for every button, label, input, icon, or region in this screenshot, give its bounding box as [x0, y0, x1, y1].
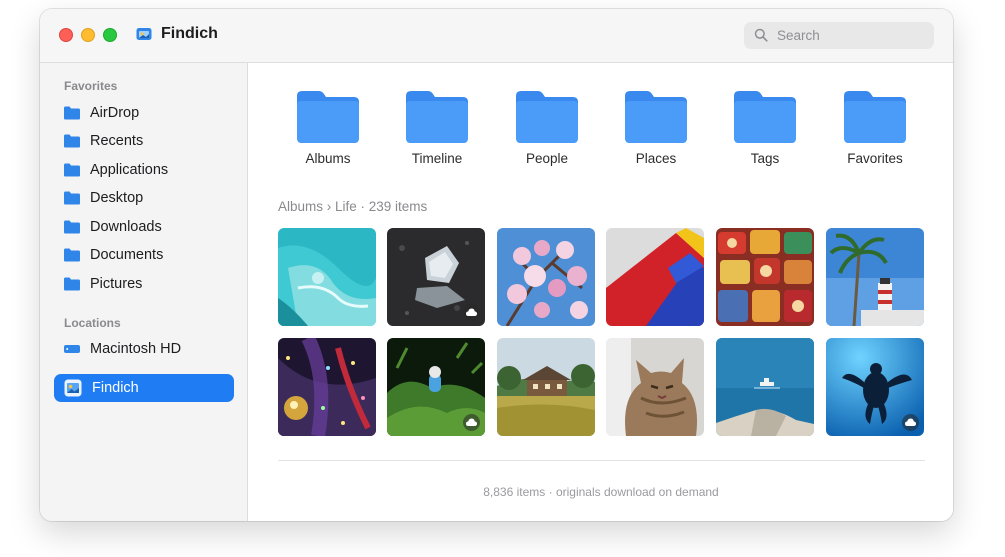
sidebar-item-macintosh-hd[interactable]: Macintosh HD: [54, 335, 234, 363]
folder-icon: [844, 91, 906, 143]
photo-palm-lighthouse: [826, 228, 924, 326]
sidebar-item-label: AirDrop: [90, 105, 140, 121]
photo-thumbnail[interactable]: [606, 338, 704, 436]
cloud-icon: [466, 308, 477, 316]
sidebar-item-airdrop[interactable]: AirDrop: [54, 99, 234, 127]
folder-icon: [734, 91, 796, 143]
folder-label: People: [525, 151, 569, 166]
sidebar-item-recents[interactable]: Recents: [54, 127, 234, 155]
title-bar: Findich Search: [40, 9, 953, 63]
folder-icon: [64, 106, 80, 120]
sidebar-item-label: Desktop: [90, 190, 144, 206]
sidebar-heading-locations: Locations: [64, 316, 121, 330]
sidebar-item-documents[interactable]: Documents: [54, 241, 234, 269]
folder-icon: [406, 91, 468, 143]
cloud-icon: [466, 418, 477, 426]
breadcrumb: Albums › Life · 239 items: [278, 199, 428, 214]
photo-colorful-tins: [716, 228, 814, 326]
folder-icon: [64, 191, 80, 205]
content-area: Albums Timeline People Places Tags Favor…: [249, 63, 953, 521]
photo-ice-water: [278, 228, 376, 326]
folder-icon: [516, 91, 578, 143]
photo-thumbnail[interactable]: [387, 228, 485, 326]
close-window-button[interactable]: [59, 28, 73, 42]
photo-thumbnail[interactable]: [716, 228, 814, 326]
folder-icon: [64, 220, 80, 234]
folder-albums[interactable]: Albums: [273, 91, 383, 171]
photo-thumbnail[interactable]: [826, 338, 924, 436]
folder-icon: [64, 134, 80, 148]
sidebar-item-label: Macintosh HD: [90, 341, 182, 357]
window-title: Findich: [161, 25, 218, 42]
sidebar-item-label: Downloads: [90, 219, 162, 235]
sidebar-item-findich[interactable]: Findich: [54, 374, 234, 402]
folder-label: Albums: [305, 151, 351, 166]
folder-icon: [64, 248, 80, 262]
folder-label: Favorites: [847, 151, 903, 166]
folder-people[interactable]: People: [492, 91, 602, 171]
sidebar-item-label: Recents: [90, 133, 144, 149]
photo-thumbnail[interactable]: [826, 228, 924, 326]
folder-label: Tags: [750, 151, 780, 166]
folder-icon: [625, 91, 687, 143]
photo-thumbnail[interactable]: [278, 338, 376, 436]
zoom-window-button[interactable]: [103, 28, 117, 42]
cloud-download-badge: [463, 414, 480, 431]
sidebar-item-downloads[interactable]: Downloads: [54, 213, 234, 241]
sidebar-item-pictures[interactable]: Pictures: [54, 270, 234, 298]
photo-thumbnail[interactable]: [716, 338, 814, 436]
sidebar-heading-favorites: Favorites: [64, 79, 118, 93]
folder-places[interactable]: Places: [601, 91, 711, 171]
search-placeholder: Search: [777, 28, 820, 43]
folder-icon: [64, 277, 80, 291]
findich-app-icon: [136, 28, 152, 40]
photo-thumbnail[interactable]: [278, 228, 376, 326]
photo-boat-sea: [716, 338, 814, 436]
search-field[interactable]: Search: [744, 22, 934, 49]
folder-tags[interactable]: Tags: [710, 91, 820, 171]
folder-label: Timeline: [411, 151, 463, 166]
cloud-download-badge: [902, 414, 919, 431]
cloud-download-badge: [463, 304, 480, 321]
sidebar-item-label: Applications: [90, 162, 169, 178]
sidebar-item-label: Findich: [92, 380, 139, 396]
sidebar-item-applications[interactable]: Applications: [54, 156, 234, 184]
folder-icon: [297, 91, 359, 143]
divider: [278, 460, 925, 461]
photo-thumbnail[interactable]: [606, 228, 704, 326]
search-icon: [754, 28, 768, 42]
folder-timeline[interactable]: Timeline: [382, 91, 492, 171]
findich-app-icon: [64, 379, 82, 397]
sidebar-item-desktop[interactable]: Desktop: [54, 184, 234, 212]
photo-tabby-cat: [606, 338, 704, 436]
sidebar-item-label: Documents: [90, 247, 164, 263]
sidebar: Favorites AirDrop Recents Applications D…: [40, 63, 248, 521]
photo-thumbnail[interactable]: [497, 228, 595, 326]
sidebar-item-label: Pictures: [90, 276, 143, 292]
photo-magnolia: [497, 228, 595, 326]
photo-christmas-lights: [278, 338, 376, 436]
cloud-icon: [905, 418, 916, 426]
photo-farmhouse-field: [497, 338, 595, 436]
photo-red-blue-paper: [606, 228, 704, 326]
finder-window: Findich Search Favorites AirDrop Recents…: [40, 9, 953, 521]
folder-icon: [64, 163, 80, 177]
photo-thumbnail[interactable]: [497, 338, 595, 436]
folder-label: Places: [635, 151, 677, 166]
status-text: 8,836 items · originals download on dema…: [483, 485, 719, 499]
photo-thumbnail[interactable]: [387, 338, 485, 436]
folder-favorites[interactable]: Favorites: [820, 91, 930, 171]
minimize-window-button[interactable]: [81, 28, 95, 42]
drive-icon: [64, 345, 80, 353]
